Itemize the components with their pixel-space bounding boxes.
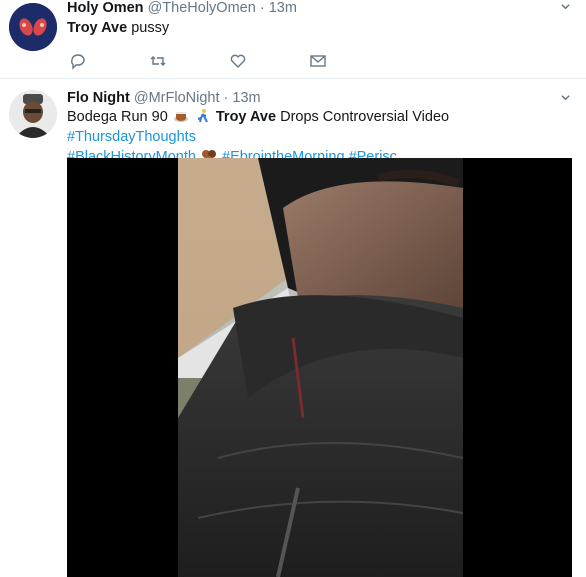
heart-icon[interactable] (229, 52, 247, 70)
separator: · (223, 90, 229, 106)
retweet-icon[interactable] (149, 52, 167, 70)
chevron-down-icon[interactable] (561, 93, 570, 102)
user-handle[interactable]: @MrFloNight (134, 90, 220, 106)
envelope-icon[interactable] (309, 52, 327, 70)
tweet-text-part: Bodega Run 90 (67, 109, 172, 125)
avatar[interactable] (9, 3, 57, 51)
hashtag-link[interactable]: #ThursdayThoughts (67, 129, 196, 145)
tweet-text-part: Drops Controversial Video (276, 109, 450, 125)
mention-name[interactable]: Troy Ave (67, 20, 127, 36)
avatar-image (9, 90, 57, 138)
video-player[interactable] (67, 158, 572, 577)
coffee-emoji-icon (173, 112, 188, 122)
display-name[interactable]: Flo Night (67, 90, 130, 106)
timestamp[interactable]: 13m (232, 90, 260, 106)
video-frame[interactable] (178, 158, 463, 577)
tweet-text-rest: pussy (127, 20, 170, 36)
display-name[interactable]: Holy Omen (67, 0, 144, 16)
avatar[interactable] (9, 90, 57, 138)
tweet-header: Holy Omen @TheHolyOmen · 13m (67, 0, 297, 16)
timestamp[interactable]: 13m (269, 0, 297, 16)
runner-emoji-icon (197, 109, 208, 123)
tweet[interactable]: Flo Night @MrFloNight · 13m Bodega Run 9… (0, 79, 586, 577)
user-handle[interactable]: @TheHolyOmen (148, 0, 256, 16)
tweet-header: Flo Night @MrFloNight · 13m (67, 90, 261, 106)
separator: · (259, 0, 265, 16)
tweet-text: Troy Ave pussy (67, 18, 169, 38)
avatar-image (9, 3, 57, 51)
reply-icon[interactable] (69, 52, 87, 70)
tweet[interactable]: Holy Omen @TheHolyOmen · 13m Troy Ave pu… (0, 0, 586, 79)
chevron-down-icon[interactable] (561, 2, 570, 11)
mention-name[interactable]: Troy Ave (216, 109, 276, 125)
video-still-image (178, 158, 463, 577)
